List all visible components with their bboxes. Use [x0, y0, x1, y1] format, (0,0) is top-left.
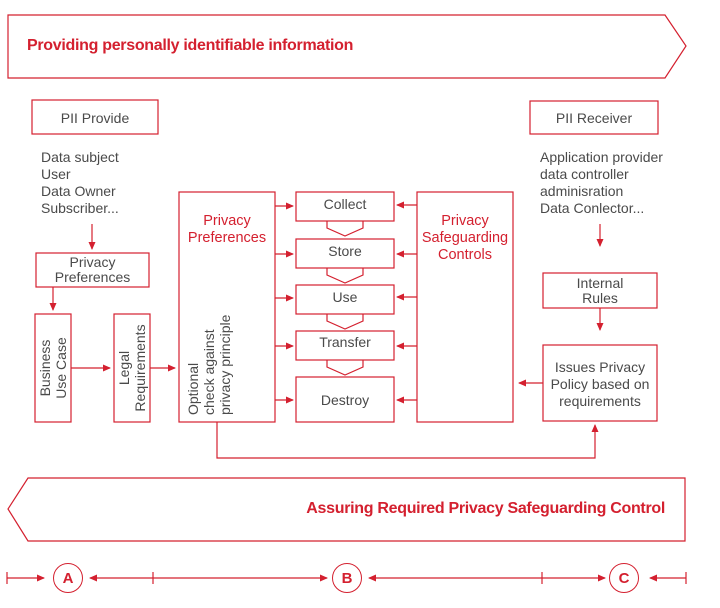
- role: Subscriber...: [41, 200, 119, 216]
- safeguarding-title: Privacy Safeguarding Controls: [417, 213, 513, 264]
- phase-a-marker: A: [53, 563, 83, 593]
- legal-requirements: Legal Requirements: [116, 314, 148, 422]
- role: Application provider: [540, 149, 663, 165]
- pii-receiver-title: PII Receiver: [555, 110, 633, 126]
- role: Data Conlector...: [540, 200, 645, 216]
- label: Controls: [438, 247, 492, 263]
- label: Preferences: [187, 230, 267, 246]
- role: Data subject: [41, 149, 119, 165]
- label: Legal: [116, 350, 132, 386]
- provider-roles: Data subject User Data Owner Subscriber.…: [41, 149, 119, 217]
- stage-destroy: Destroy: [320, 392, 370, 408]
- internal-rules: Internal Rules: [543, 276, 657, 306]
- top-banner-title: Providing personally identifiable inform…: [27, 37, 354, 54]
- label: Requirements: [132, 324, 148, 412]
- label: Issues Privacy: [554, 359, 646, 375]
- phase-b-marker: B: [332, 563, 362, 593]
- issues-policy: Issues Privacy Policy based on requireme…: [543, 359, 657, 410]
- stage-transfer: Transfer: [319, 334, 371, 350]
- label: Policy based on: [550, 376, 650, 392]
- role: data controller: [540, 166, 629, 182]
- label: Privacy: [203, 213, 251, 229]
- label: Rules: [582, 290, 618, 306]
- label: Business: [37, 339, 53, 397]
- role: User: [41, 166, 71, 182]
- label: Privacy: [69, 254, 116, 270]
- role: Data Owner: [41, 183, 116, 199]
- label: Use Case: [53, 337, 69, 399]
- label: check against: [201, 329, 217, 415]
- receiver-roles: Application provider data controller adm…: [540, 149, 663, 217]
- pii-provide-title: PII Provide: [60, 110, 130, 126]
- business-use-case: Business Use Case: [37, 314, 69, 422]
- phase-c-marker: C: [609, 563, 639, 593]
- stage-store: Store: [328, 243, 362, 259]
- optional-check: Optional check against privacy principle: [185, 303, 233, 415]
- label: requirements: [559, 393, 641, 409]
- label: Internal: [576, 275, 624, 291]
- left-privacy-preferences: Privacy Preferences: [36, 255, 149, 285]
- role: adminisration: [540, 183, 624, 199]
- pii-diagram: Providing personally identifiable inform…: [0, 0, 720, 608]
- center-privacy-preferences-title: Privacy Preferences: [179, 213, 275, 247]
- label: Safeguarding: [421, 230, 509, 246]
- label: Preferences: [54, 269, 131, 285]
- bottom-banner-title: Assuring Required Privacy Safeguarding C…: [306, 500, 665, 517]
- label: Privacy: [441, 213, 489, 229]
- stage-use: Use: [332, 289, 358, 305]
- stage-collect: Collect: [323, 196, 367, 212]
- label: privacy principle: [217, 314, 233, 415]
- label: Optional: [185, 362, 201, 415]
